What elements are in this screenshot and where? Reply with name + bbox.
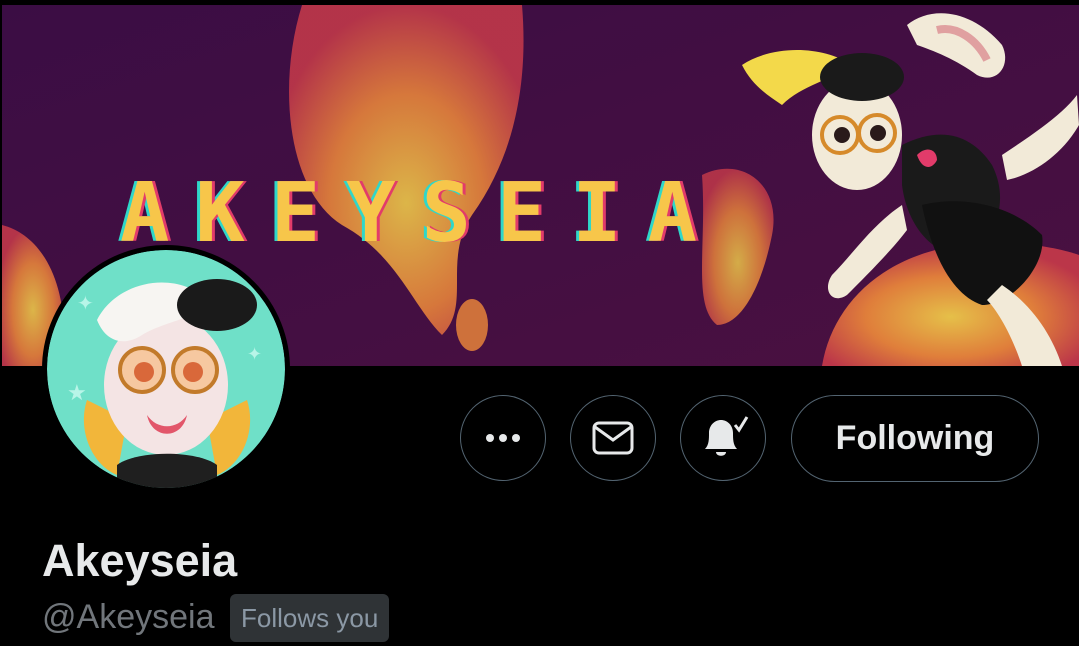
avatar-image: ✦ ✦ ★ (47, 250, 285, 488)
banner-title: AKEYSEIA (120, 166, 723, 261)
following-button[interactable]: Following (791, 395, 1039, 482)
more-horizontal-icon (486, 434, 520, 442)
notifications-button[interactable] (680, 395, 766, 481)
user-handle: @Akeyseia (42, 598, 215, 636)
profile-avatar[interactable]: ✦ ✦ ★ (42, 245, 290, 493)
message-button[interactable] (570, 395, 656, 481)
envelope-icon (592, 421, 634, 455)
display-name: Akeyseia (42, 535, 238, 586)
svg-text:✦: ✦ (77, 291, 94, 315)
bell-check-icon (705, 416, 749, 456)
more-button[interactable] (460, 395, 546, 481)
svg-text:★: ★ (67, 381, 87, 406)
follows-you-badge: Follows you (230, 594, 390, 642)
svg-text:✦: ✦ (247, 344, 262, 365)
